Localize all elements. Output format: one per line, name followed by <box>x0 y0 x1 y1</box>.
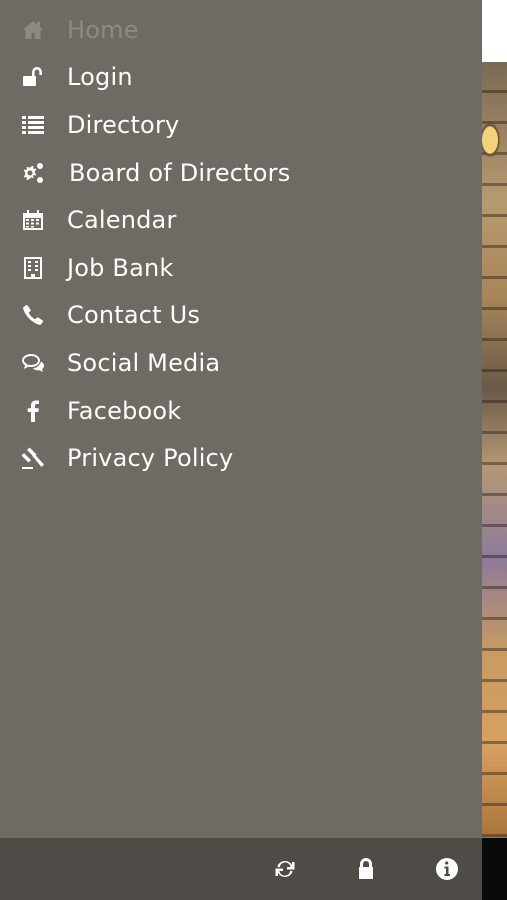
menu-item-label: Calendar <box>67 206 177 235</box>
menu-item-privacy-policy[interactable]: Privacy Policy <box>0 434 482 482</box>
menu-item-label: Job Bank <box>67 253 174 282</box>
menu-item-social-media[interactable]: Social Media <box>0 339 482 387</box>
menu-item-label: Contact Us <box>67 301 201 330</box>
refresh-button[interactable] <box>270 854 300 884</box>
info-button[interactable] <box>432 854 462 884</box>
menu-item-label: Facebook <box>67 396 182 425</box>
menu-item-facebook[interactable]: Facebook <box>0 387 482 435</box>
menu-item-contact-us[interactable]: Contact Us <box>0 292 482 340</box>
chat-bubbles-icon <box>20 350 46 376</box>
gavel-icon <box>20 445 46 471</box>
calendar-icon <box>20 207 46 233</box>
menu-item-calendar[interactable]: Calendar <box>0 196 482 244</box>
bottom-toolbar <box>0 838 482 900</box>
menu-item-label: Login <box>67 63 133 92</box>
lock-icon <box>359 858 373 879</box>
menu-item-label: Social Media <box>67 348 221 377</box>
menu-item-label: Board of Directors <box>69 158 291 187</box>
building-icon <box>20 255 46 281</box>
menu-item-job-bank[interactable]: Job Bank <box>0 244 482 292</box>
menu-item-label: Privacy Policy <box>67 444 234 473</box>
menu-item-label: Home <box>67 15 139 44</box>
list-icon <box>20 112 46 138</box>
lock-button[interactable] <box>351 854 381 884</box>
menu-item-label: Directory <box>67 110 180 139</box>
menu-item-board-of-directors[interactable]: Board of Directors <box>0 149 482 197</box>
unlock-icon <box>20 64 46 90</box>
app-screen: Home Login Directory Board of Directors <box>0 0 507 900</box>
refresh-icon <box>275 860 295 878</box>
menu-item-login[interactable]: Login <box>0 54 482 102</box>
background-bottom <box>482 838 507 900</box>
info-icon <box>436 858 458 880</box>
side-drawer: Home Login Directory Board of Directors <box>0 0 482 838</box>
menu-item-home[interactable]: Home <box>0 6 482 54</box>
background-photo <box>482 62 507 838</box>
drawer-menu: Home Login Directory Board of Directors <box>0 0 482 482</box>
home-icon <box>20 17 46 43</box>
facebook-icon <box>20 398 46 424</box>
phone-icon <box>20 302 46 328</box>
gears-icon <box>20 160 46 186</box>
menu-item-directory[interactable]: Directory <box>0 101 482 149</box>
